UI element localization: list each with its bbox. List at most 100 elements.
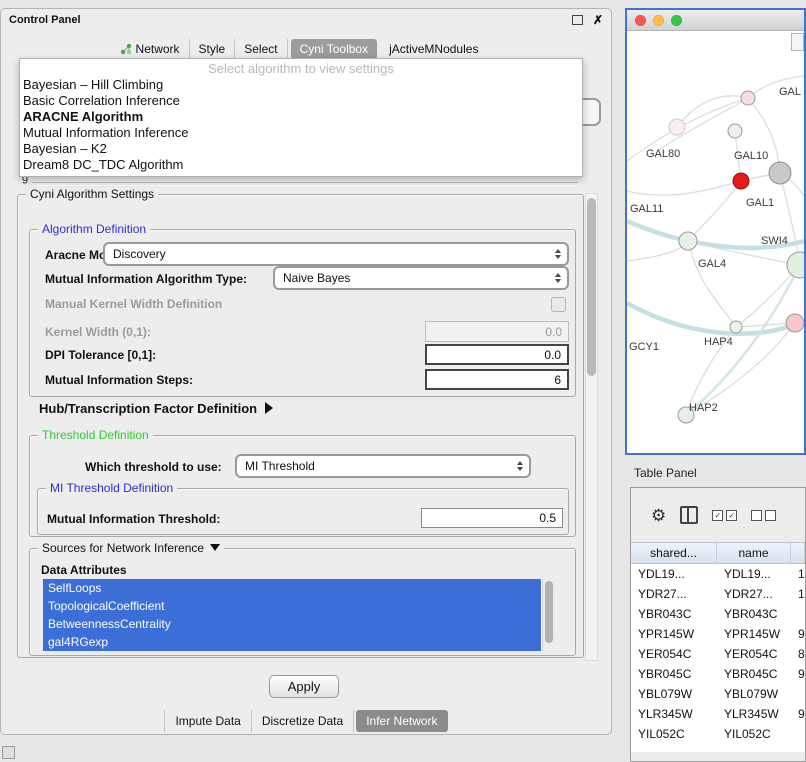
float-window-icon[interactable] bbox=[572, 15, 583, 25]
expand-right-icon bbox=[265, 402, 273, 414]
algorithm-option[interactable]: Dream8 DC_TDC Algorithm bbox=[20, 157, 582, 173]
algorithm-option[interactable]: Bayesian – K2 bbox=[20, 141, 582, 157]
mi-threshold-field[interactable]: 0.5 bbox=[421, 508, 563, 528]
hide-columns-icon[interactable] bbox=[751, 510, 776, 521]
close-icon[interactable]: ✗ bbox=[593, 14, 603, 26]
cell: YIL052C bbox=[717, 727, 791, 741]
mi-threshold-label: Mutual Information Threshold: bbox=[47, 512, 220, 526]
attribute-item-selected[interactable]: BetweennessCentrality bbox=[43, 615, 541, 633]
mi-steps-field[interactable]: 6 bbox=[425, 369, 569, 390]
network-node[interactable] bbox=[669, 119, 685, 135]
tab-discretize-data[interactable]: Discretize Data bbox=[252, 710, 354, 732]
table-row[interactable]: YBR045CYBR045C9. bbox=[631, 664, 805, 684]
table-row[interactable]: YIL052CYIL052C bbox=[631, 724, 805, 744]
node-label: GAL10 bbox=[734, 150, 768, 162]
control-panel-titlebar: Control Panel ✗ bbox=[1, 9, 611, 31]
settings-scrollbar-thumb[interactable] bbox=[587, 198, 596, 376]
column-header-shared[interactable]: shared... bbox=[631, 543, 717, 563]
table-row[interactable]: YER054CYER054C8. bbox=[631, 644, 805, 664]
cell: 13 bbox=[791, 567, 805, 581]
table-row[interactable]: YBL079WYBL079W bbox=[631, 684, 805, 704]
table-row[interactable]: YBR043CYBR043C bbox=[631, 604, 805, 624]
attributes-scrollbar[interactable] bbox=[542, 579, 556, 651]
algorithm-option[interactable]: Bayesian – Hill Climbing bbox=[20, 77, 582, 93]
network-node[interactable] bbox=[786, 314, 804, 332]
cell: 9. bbox=[791, 627, 805, 641]
columns-icon[interactable] bbox=[680, 506, 698, 524]
network-node[interactable] bbox=[730, 321, 742, 333]
table-row[interactable]: YPR145WYPR145W9. bbox=[631, 624, 805, 644]
control-panel-title: Control Panel bbox=[9, 14, 572, 26]
cell: YBL079W bbox=[631, 687, 717, 701]
cell: YDL19... bbox=[717, 567, 791, 581]
combo-arrows-icon bbox=[511, 461, 529, 471]
tab-impute-data[interactable]: Impute Data bbox=[164, 710, 251, 732]
network-view-window[interactable]: GAL GAL80 GAL10 GAL11 GAL1 SWI4 GAL4 GCY… bbox=[625, 8, 806, 455]
tab-select[interactable]: Select bbox=[235, 39, 287, 59]
network-canvas[interactable]: GAL GAL80 GAL10 GAL11 GAL1 SWI4 GAL4 GCY… bbox=[627, 31, 804, 454]
cell: YDR27... bbox=[717, 587, 791, 601]
aracne-mode-select[interactable]: Discovery bbox=[103, 242, 569, 266]
algorithm-option[interactable]: Basic Correlation Inference bbox=[20, 93, 582, 109]
network-scroll-icon[interactable] bbox=[791, 33, 804, 51]
network-node[interactable] bbox=[728, 124, 742, 138]
network-node[interactable] bbox=[679, 232, 697, 250]
manual-kernel-width-checkbox[interactable] bbox=[551, 297, 566, 312]
dpi-tolerance-field[interactable]: 0.0 bbox=[425, 344, 569, 365]
mi-algorithm-type-select[interactable]: Naive Bayes bbox=[273, 266, 569, 290]
tab-select-label: Select bbox=[244, 42, 277, 56]
table-row[interactable]: YDL19...YDL19...13 bbox=[631, 564, 805, 584]
cell: 12 bbox=[791, 587, 805, 601]
cell: YER054C bbox=[631, 647, 717, 661]
close-traffic-light-icon[interactable] bbox=[635, 15, 646, 26]
network-node[interactable] bbox=[741, 91, 755, 105]
table-header: shared... name bbox=[631, 542, 805, 564]
resize-grip-icon[interactable] bbox=[2, 746, 15, 759]
minimize-traffic-light-icon[interactable] bbox=[653, 15, 664, 26]
network-node[interactable] bbox=[769, 162, 791, 184]
network-node-highlighted[interactable] bbox=[733, 173, 749, 189]
attribute-item-selected[interactable]: gal4RGexp bbox=[43, 633, 541, 651]
cell: YLR345W bbox=[631, 707, 717, 721]
which-threshold-label: Which threshold to use: bbox=[85, 460, 222, 474]
column-header-partial[interactable] bbox=[791, 543, 805, 563]
tab-cyni-toolbox[interactable]: Cyni Toolbox bbox=[291, 39, 377, 59]
cell: 8. bbox=[791, 647, 805, 661]
table-panel-window: ⚙ ✓✓ shared... name YDL19...YDL19...13 Y… bbox=[630, 487, 806, 762]
dpi-tolerance-label: DPI Tolerance [0,1]: bbox=[45, 348, 156, 362]
hub-definition-label: Hub/Transcription Factor Definition bbox=[39, 401, 257, 416]
attribute-item-selected[interactable]: TopologicalCoefficient bbox=[43, 597, 541, 615]
data-attributes-list: SelfLoops TopologicalCoefficient Between… bbox=[43, 579, 556, 651]
algorithm-popup-placeholder[interactable]: Select algorithm to view settings bbox=[20, 61, 582, 77]
cell: YBR043C bbox=[631, 607, 717, 621]
cell: YPR145W bbox=[631, 627, 717, 641]
node-label: GAL1 bbox=[746, 197, 774, 209]
node-label: SWI4 bbox=[761, 235, 788, 247]
tab-jactivemnodules[interactable]: jActiveMNodules bbox=[380, 39, 487, 59]
tab-style-label: Style bbox=[199, 42, 226, 56]
tab-network[interactable]: Network bbox=[111, 39, 190, 59]
show-columns-icon[interactable]: ✓✓ bbox=[712, 510, 737, 521]
network-node[interactable] bbox=[787, 252, 804, 278]
attributes-scrollbar-thumb[interactable] bbox=[545, 581, 553, 643]
algorithm-option[interactable]: Mutual Information Inference bbox=[20, 125, 582, 141]
table-panel-title: Table Panel bbox=[634, 466, 697, 480]
hub-definition-toggle[interactable]: Hub/Transcription Factor Definition bbox=[39, 401, 273, 416]
kernel-width-field[interactable]: 0.0 bbox=[425, 321, 569, 342]
sources-group-title[interactable]: Sources for Network Inference bbox=[38, 541, 224, 555]
tab-style[interactable]: Style bbox=[190, 39, 236, 59]
gear-icon[interactable]: ⚙ bbox=[651, 507, 666, 524]
table-row[interactable]: YDR27...YDR27...12 bbox=[631, 584, 805, 604]
column-header-name[interactable]: name bbox=[717, 543, 791, 563]
attribute-item-selected[interactable]: SelfLoops bbox=[43, 579, 541, 597]
algorithm-option-selected[interactable]: ARACNE Algorithm bbox=[20, 109, 582, 125]
table-row[interactable]: YLR345WYLR345W9. bbox=[631, 704, 805, 724]
apply-button[interactable]: Apply bbox=[269, 675, 339, 698]
tab-infer-network[interactable]: Infer Network bbox=[356, 710, 447, 732]
which-threshold-select[interactable]: MI Threshold bbox=[235, 454, 531, 478]
algorithm-dropdown-popup: Select algorithm to view settings Bayesi… bbox=[19, 58, 583, 177]
settings-scrollbar[interactable] bbox=[585, 193, 598, 661]
node-label: GAL4 bbox=[698, 258, 726, 270]
node-label: GCY1 bbox=[629, 341, 659, 353]
zoom-traffic-light-icon[interactable] bbox=[671, 15, 682, 26]
